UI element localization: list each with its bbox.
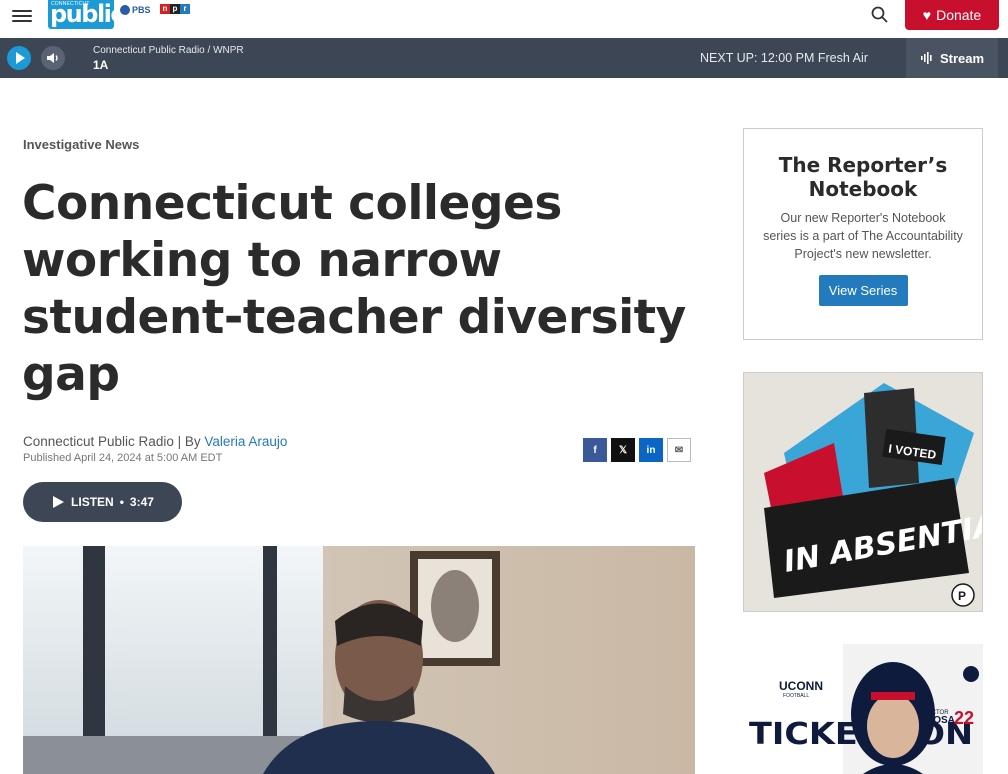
listen-duration: 3:47 xyxy=(129,495,154,509)
next-up-text: NEXT UP: 12:00 PM Fresh Air xyxy=(700,51,868,65)
pbs-logo[interactable]: PBS xyxy=(120,4,151,16)
heart-icon: ♥ xyxy=(922,7,932,23)
article-headline: Connecticut colleges working to narrow s… xyxy=(22,176,686,402)
uconn-tickets-ad[interactable]: UCONN FOOTBALL TICKETS ON SALE VICTOR RO… xyxy=(743,644,983,774)
publish-date: Published April 24, 2024 at 5:00 AM EDT xyxy=(23,452,223,464)
search-icon[interactable] xyxy=(870,5,890,25)
view-series-button[interactable]: View Series xyxy=(818,275,908,306)
npr-letter-p: p xyxy=(170,4,180,14)
connecticut-public-logo[interactable]: CONNECTICUT public xyxy=(48,0,125,29)
npr-letter-r: r xyxy=(180,4,190,14)
category-link[interactable]: Investigative News xyxy=(23,137,139,152)
uconn-brand: UCONN xyxy=(779,679,823,693)
in-absentia-ad[interactable]: I VOTED IN ABSENTIA P xyxy=(743,372,983,612)
listen-separator: • xyxy=(119,495,124,509)
stream-label: Stream xyxy=(939,50,985,66)
notebook-description: Our new Reporter's Notebook series is a … xyxy=(763,211,963,261)
author-link[interactable]: Valeria Araujo xyxy=(204,434,287,449)
pbs-text: PBS xyxy=(132,5,151,15)
notebook-title: The Reporter’s Notebook xyxy=(778,153,948,201)
donate-label: Donate xyxy=(936,7,982,23)
waveform-icon xyxy=(920,52,932,64)
player-number: 22 xyxy=(954,708,974,728)
npr-letter-n: n xyxy=(160,4,170,14)
listen-label: LISTEN xyxy=(71,495,114,509)
logo-main-text: public xyxy=(50,0,125,28)
station-name: Connecticut Public Radio / WNPR xyxy=(93,45,244,56)
player-name: ROSA xyxy=(926,715,955,726)
podcast-badge-text: P xyxy=(958,589,966,603)
program-name: 1A xyxy=(93,58,109,72)
play-icon xyxy=(53,496,65,508)
npr-logo[interactable]: n p r xyxy=(160,4,190,14)
listen-button[interactable]: LISTEN • 3:47 xyxy=(23,482,182,522)
site-header: CONNECTICUT public PBS n p r ♥ Donate xyxy=(0,0,1008,38)
share-buttons: f 𝕏 in ✉ xyxy=(583,438,691,462)
article-photo xyxy=(23,546,695,774)
play-icon[interactable] xyxy=(7,46,31,70)
donate-button[interactable]: ♥ Donate xyxy=(905,0,999,30)
linkedin-icon[interactable]: in xyxy=(639,438,663,462)
byline-source: Connecticut Public Radio | By xyxy=(23,434,205,449)
volume-icon[interactable] xyxy=(41,46,65,70)
stream-button[interactable]: Stream xyxy=(906,38,998,78)
uconn-sub: FOOTBALL xyxy=(783,693,809,699)
reporters-notebook-promo: The Reporter’s Notebook Our new Reporter… xyxy=(743,128,983,340)
pbs-icon xyxy=(120,5,130,15)
facebook-icon[interactable]: f xyxy=(583,438,607,462)
live-player: Connecticut Public Radio / WNPR 1A NEXT … xyxy=(0,38,1008,78)
email-icon[interactable]: ✉ xyxy=(667,438,691,462)
menu-icon[interactable] xyxy=(12,7,32,27)
byline: Connecticut Public Radio | By Valeria Ar… xyxy=(23,434,287,449)
x-twitter-icon[interactable]: 𝕏 xyxy=(611,438,635,462)
